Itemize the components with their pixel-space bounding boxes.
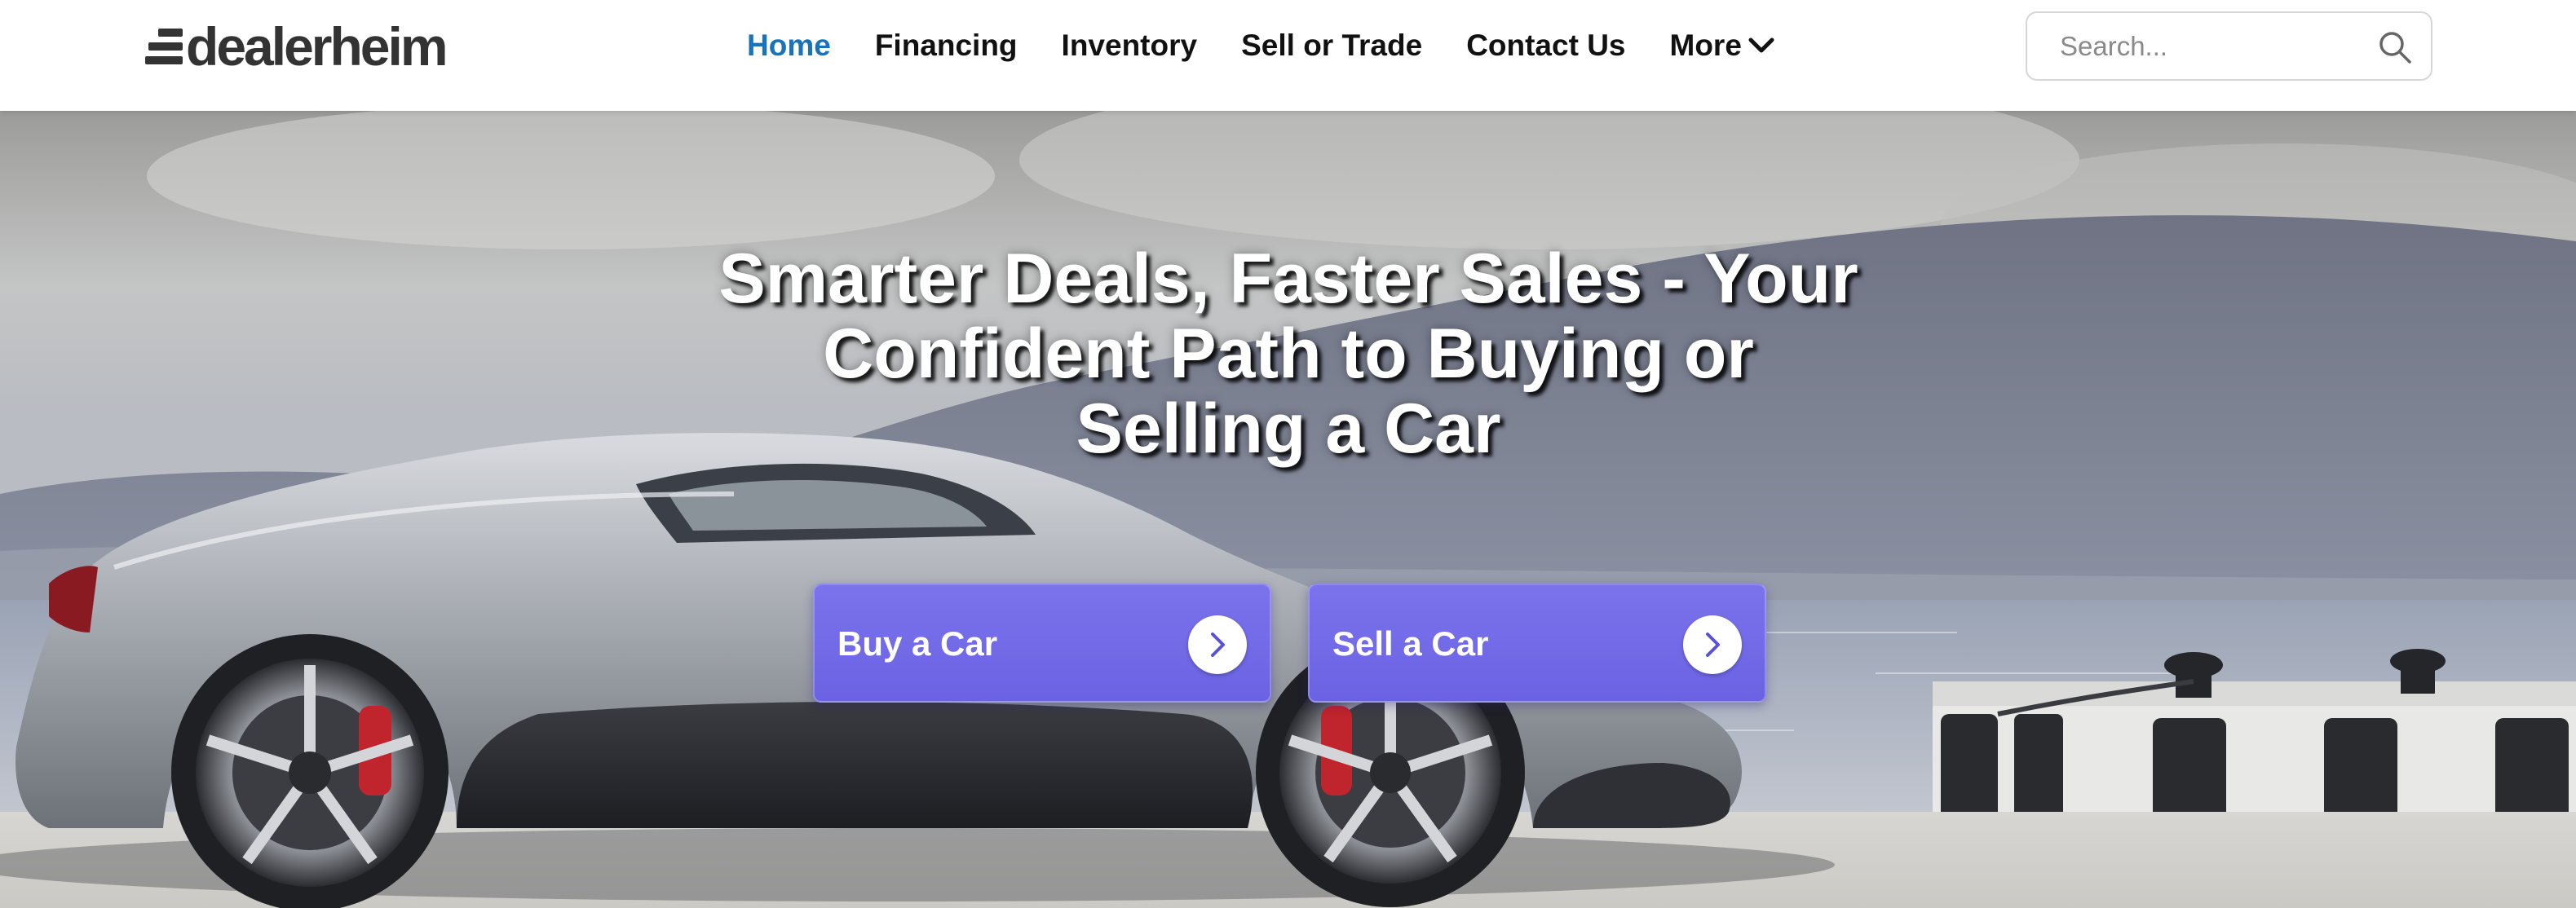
- site-header: dealerheim Home Financing Inventory Sell…: [0, 0, 2576, 111]
- sell-a-car-button[interactable]: Sell a Car: [1308, 584, 1766, 703]
- nav-item-inventory[interactable]: Inventory: [1062, 29, 1198, 63]
- buy-a-car-label: Buy a Car: [837, 624, 998, 663]
- dealerheim-logo[interactable]: dealerheim: [145, 16, 448, 77]
- nav-item-sell-or-trade[interactable]: Sell or Trade: [1241, 29, 1422, 63]
- main-navigation: Home Financing Inventory Sell or Trade C…: [747, 24, 1774, 67]
- search-box: [2026, 11, 2432, 81]
- hero-headline-line-1: Smarter Deals, Faster Sales - Your: [718, 240, 1858, 318]
- nav-item-label: Financing: [874, 29, 1018, 62]
- search-input[interactable]: [2058, 24, 2352, 68]
- logo-speed-lines-icon: [145, 22, 184, 71]
- nav-item-label: Inventory: [1061, 29, 1198, 62]
- buy-a-car-button[interactable]: Buy a Car: [813, 584, 1271, 703]
- nav-item-contact-us[interactable]: Contact Us: [1466, 29, 1625, 63]
- nav-item-label: Sell or Trade: [1241, 29, 1423, 62]
- hero-background-image: [0, 111, 2576, 908]
- chevron-right-icon: [1683, 615, 1742, 674]
- nav-item-label: More: [1669, 29, 1742, 62]
- logo-wordmark: dealerheim: [186, 16, 448, 77]
- chevron-down-icon: [1748, 37, 1774, 53]
- nav-item-label: Home: [747, 29, 831, 62]
- nav-item-financing[interactable]: Financing: [875, 29, 1018, 63]
- hero-banner: Smarter Deals, Faster Sales - Your Confi…: [0, 111, 2576, 908]
- nav-item-home[interactable]: Home: [747, 29, 831, 63]
- nav-item-more-dropdown[interactable]: More: [1670, 29, 1774, 63]
- hero-headline-line-2: Confident Path to Buying or: [823, 315, 1754, 393]
- search-icon[interactable]: [2377, 29, 2413, 65]
- hero-headline-line-3: Selling a Car: [1076, 390, 1501, 468]
- chevron-right-icon: [1188, 615, 1247, 674]
- sell-a-car-label: Sell a Car: [1332, 624, 1489, 663]
- nav-item-label: Contact Us: [1466, 29, 1626, 62]
- hero-headline: Smarter Deals, Faster Sales - Your Confi…: [718, 241, 1859, 466]
